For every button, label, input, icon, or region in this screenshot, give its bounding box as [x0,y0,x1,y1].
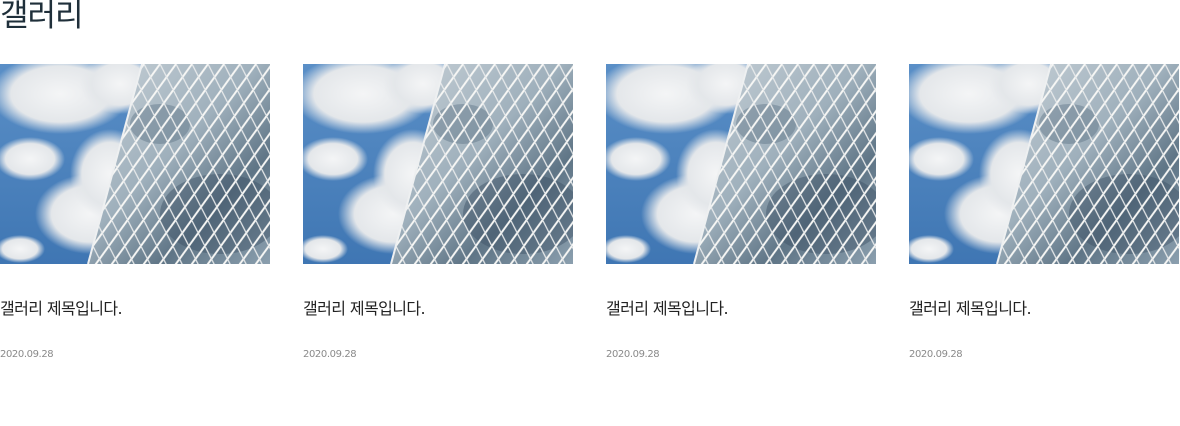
gallery-thumbnail[interactable] [909,64,1179,264]
gallery-card-title[interactable]: 갤러리 제목입니다. [303,298,426,320]
gallery-card[interactable]: 갤러리 제목입니다. 2020.09.28 [606,64,876,360]
gallery-card[interactable]: 갤러리 제목입니다. 2020.09.28 [303,64,573,360]
gallery-list: 갤러리 제목입니다. 2020.09.28 갤러리 제목입니다. 2020.09… [0,64,1180,374]
gallery-card[interactable]: 갤러리 제목입니다. 2020.09.28 [0,64,270,360]
gallery-card[interactable]: 갤러리 제목입니다. 2020.09.28 [909,64,1179,360]
gallery-card-date: 2020.09.28 [0,349,54,360]
gallery-thumbnail[interactable] [0,64,270,264]
gallery-thumbnail[interactable] [303,64,573,264]
gallery-thumbnail[interactable] [606,64,876,264]
gallery-card-date: 2020.09.28 [909,349,963,360]
gallery-card-date: 2020.09.28 [606,349,660,360]
gallery-card-date: 2020.09.28 [303,349,357,360]
page-title: 갤러리 [0,0,84,34]
gallery-card-title[interactable]: 갤러리 제목입니다. [606,298,729,320]
gallery-card-title[interactable]: 갤러리 제목입니다. [0,298,123,320]
gallery-card-title[interactable]: 갤러리 제목입니다. [909,298,1032,320]
